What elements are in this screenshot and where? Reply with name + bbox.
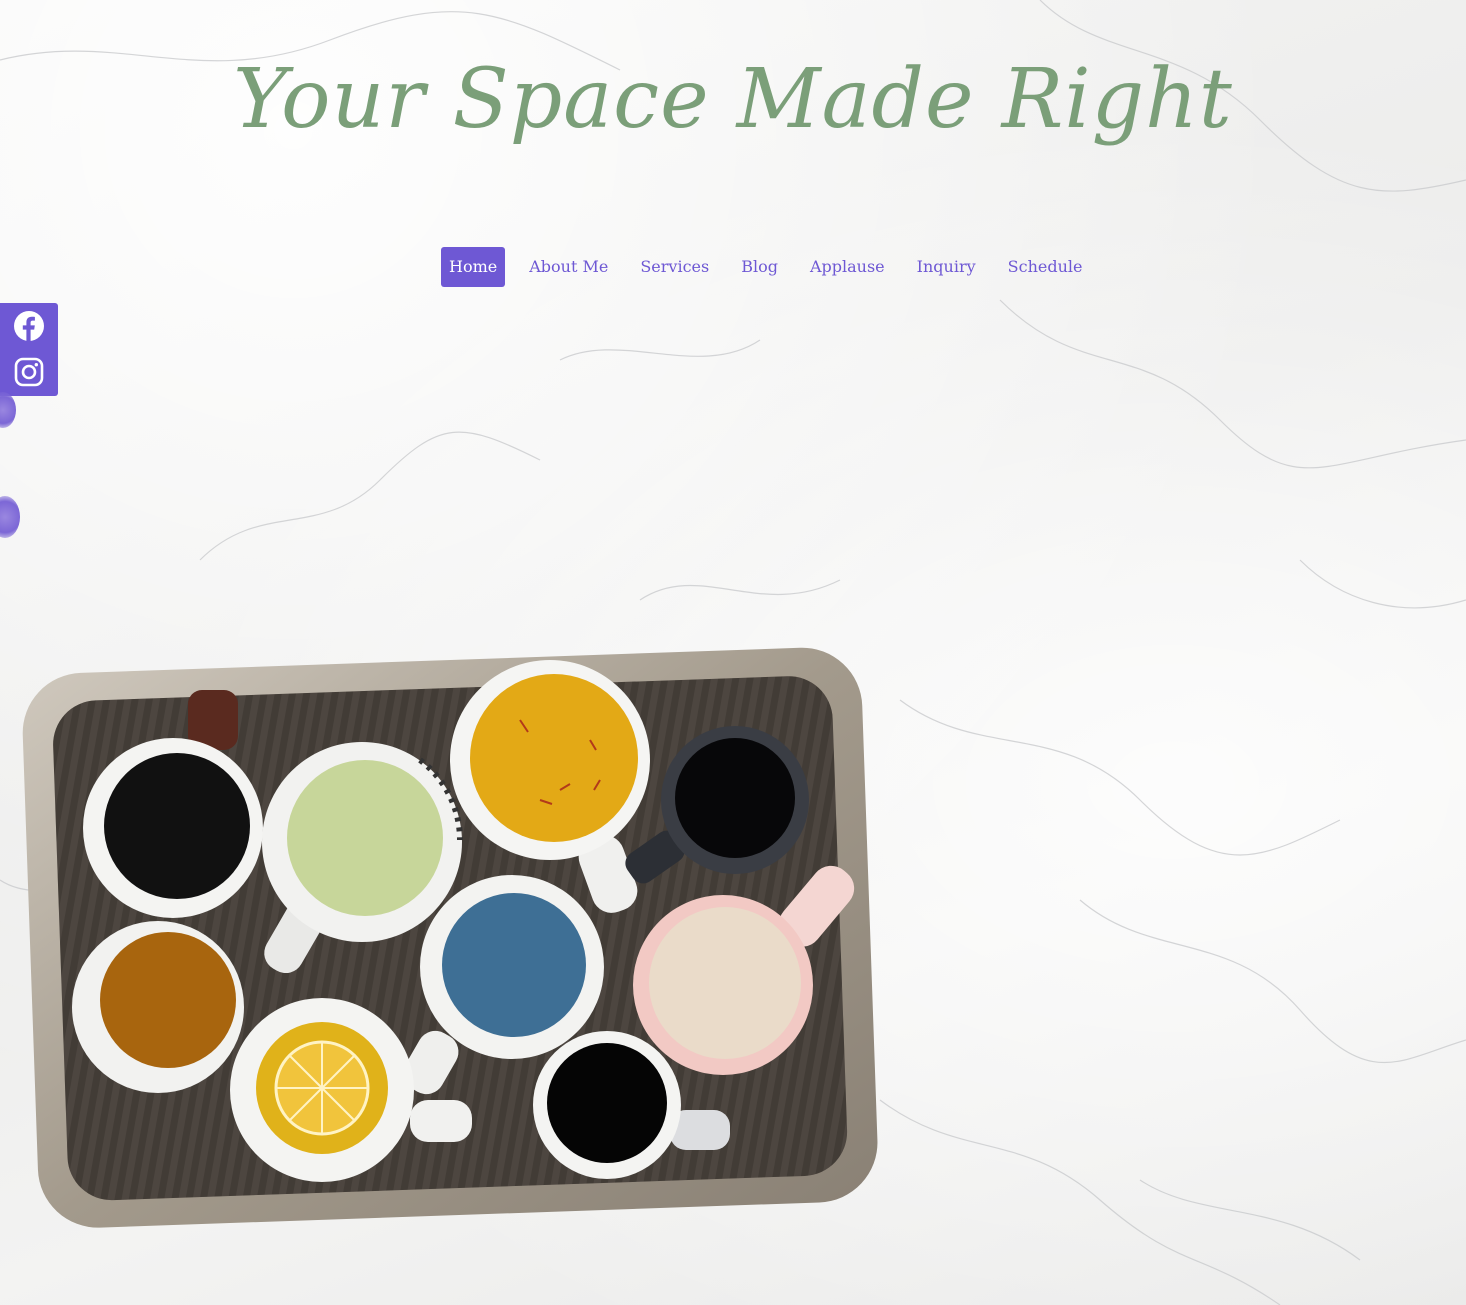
facebook-link[interactable] bbox=[12, 309, 46, 343]
nav-item-blog[interactable]: Blog bbox=[733, 247, 786, 287]
nav-item-applause[interactable]: Applause bbox=[802, 247, 893, 287]
social-bar bbox=[0, 303, 58, 396]
main-nav: Home About Me Services Blog Applause Inq… bbox=[441, 247, 1106, 287]
nav-item-home[interactable]: Home bbox=[441, 247, 506, 287]
hero-image bbox=[22, 647, 878, 1228]
instagram-link[interactable] bbox=[12, 355, 46, 389]
nav-item-services[interactable]: Services bbox=[632, 247, 717, 287]
site-title[interactable]: Your Space Made Right bbox=[0, 52, 1466, 147]
nav-item-inquiry[interactable]: Inquiry bbox=[909, 247, 984, 287]
nav-item-schedule[interactable]: Schedule bbox=[1000, 247, 1091, 287]
facebook-icon bbox=[14, 311, 44, 341]
mug-amber-tea bbox=[72, 921, 244, 1093]
nav-item-about-me[interactable]: About Me bbox=[521, 247, 616, 287]
instagram-icon bbox=[14, 357, 44, 387]
